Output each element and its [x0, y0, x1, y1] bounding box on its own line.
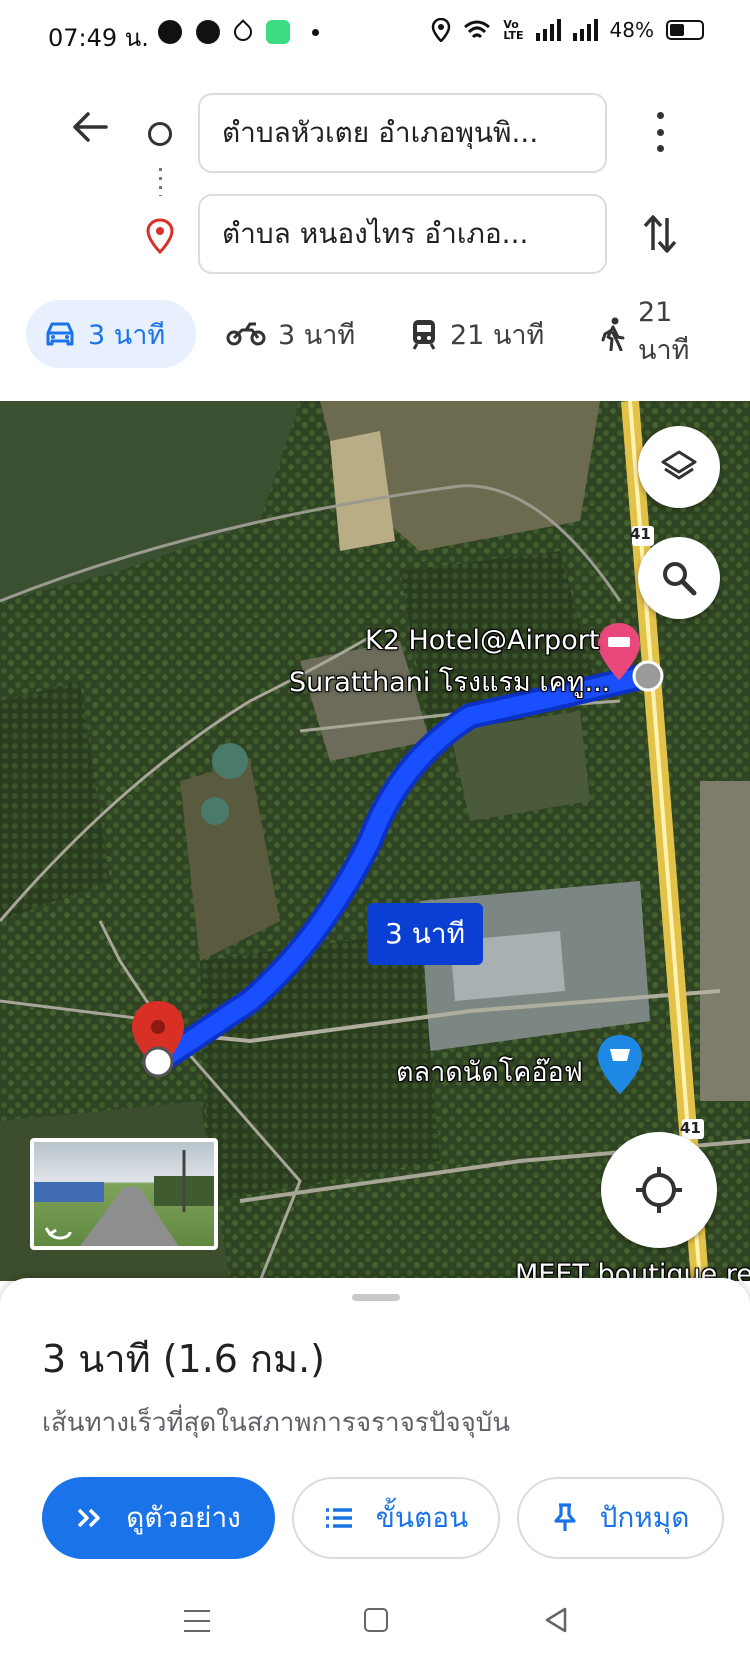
route-duration-distance: 3 นาที (1.6 กม.)	[42, 1337, 325, 1381]
route-duration-badge: 3 นาที	[367, 903, 484, 965]
preview-button[interactable]: ดูตัวอย่าง	[42, 1477, 275, 1559]
car-icon	[46, 322, 74, 346]
tab-driving[interactable]: 3 นาที	[26, 300, 196, 368]
pin-icon	[553, 1503, 576, 1531]
messenger-icon	[196, 20, 220, 44]
highway-number-top: 41	[630, 525, 651, 543]
recent-apps-icon[interactable]	[184, 1610, 210, 1632]
search-icon	[663, 562, 697, 596]
transit-icon	[412, 320, 436, 350]
back-triangle-icon[interactable]	[543, 1606, 569, 1634]
location-icon	[432, 18, 451, 42]
drop-icon	[230, 19, 256, 45]
street-view-thumbnail[interactable]	[30, 1138, 218, 1250]
pin-button-label: ปักหมุด	[599, 1501, 690, 1534]
more-options-icon[interactable]	[648, 112, 672, 152]
steps-button[interactable]: ขั้นตอน	[292, 1477, 500, 1559]
steps-button-label: ขั้นตอน	[375, 1501, 469, 1534]
signal-icon	[572, 19, 598, 41]
motorcycle-icon	[226, 322, 266, 346]
chat-bubble-icon	[158, 20, 182, 44]
hotel-label-line1[interactable]: K2 Hotel@Airport	[365, 625, 599, 656]
route-dots-icon	[159, 168, 162, 196]
chevrons-right-icon	[77, 1508, 100, 1528]
swap-icon[interactable]	[640, 210, 680, 258]
route-description: เส้นทางเร็วที่สุดในสภาพการจราจรปัจจุบัน	[42, 1408, 511, 1438]
back-arrow-icon[interactable]	[70, 107, 110, 147]
status-time: 07:49 น.	[48, 24, 149, 52]
app-icon	[266, 20, 290, 44]
home-icon[interactable]	[364, 1608, 388, 1632]
tab-motorcycle[interactable]: 3 นาที	[208, 300, 373, 368]
highway-number-bottom: 41	[680, 1119, 701, 1137]
layers-icon	[661, 450, 697, 480]
signal-icon	[535, 19, 561, 41]
market-label[interactable]: ตลาดนัดโคอ๊อฟ	[396, 1050, 583, 1093]
origin-circle-icon	[148, 122, 172, 146]
preview-button-label: ดูตัวอย่าง	[126, 1501, 241, 1534]
tab-walking-label: 21 นาที	[638, 297, 690, 366]
dot-icon	[312, 28, 319, 36]
list-icon	[325, 1508, 352, 1528]
walk-icon	[601, 317, 625, 351]
volte-icon: Vo LTE	[503, 19, 523, 41]
tab-driving-label: 3 นาที	[88, 319, 166, 351]
destination-input[interactable]: ตำบล หนองไทร อำเภอ...	[198, 194, 607, 274]
search-along-route-button[interactable]	[638, 537, 720, 619]
tab-motorcycle-label: 3 นาที	[278, 319, 356, 351]
system-status: Vo LTE 48%	[431, 18, 704, 42]
travel-mode-tabs: 3 นาที 3 นาที 21 นาที 21 นาที	[0, 297, 750, 370]
tab-transit-label: 21 นาที	[450, 319, 545, 351]
battery-icon	[666, 20, 704, 40]
battery-percent: 48%	[609, 18, 654, 42]
volte-bottom-text: LTE	[503, 29, 524, 42]
origin-input[interactable]: ตำบลหัวเตย อำเภอพุนพิ...	[198, 93, 607, 173]
crosshair-icon	[636, 1167, 682, 1213]
status-bar: 07:49 น. Vo LTE 48%	[0, 0, 750, 66]
hotel-label-line2[interactable]: Suratthani โรงแรม เคทู...	[289, 660, 610, 703]
notification-icons	[158, 19, 319, 45]
wifi-icon	[464, 20, 491, 39]
layers-button[interactable]	[638, 426, 720, 508]
tab-transit[interactable]: 21 นาที	[392, 300, 562, 368]
destination-pin-icon	[146, 218, 174, 254]
sheet-drag-handle[interactable]	[352, 1294, 400, 1301]
my-location-button[interactable]	[601, 1132, 717, 1248]
system-navigation-bar	[0, 1582, 750, 1667]
pin-button[interactable]: ปักหมุด	[517, 1477, 724, 1559]
street-view-image	[34, 1150, 214, 1246]
tab-walking[interactable]: 21 นาที	[582, 297, 750, 368]
